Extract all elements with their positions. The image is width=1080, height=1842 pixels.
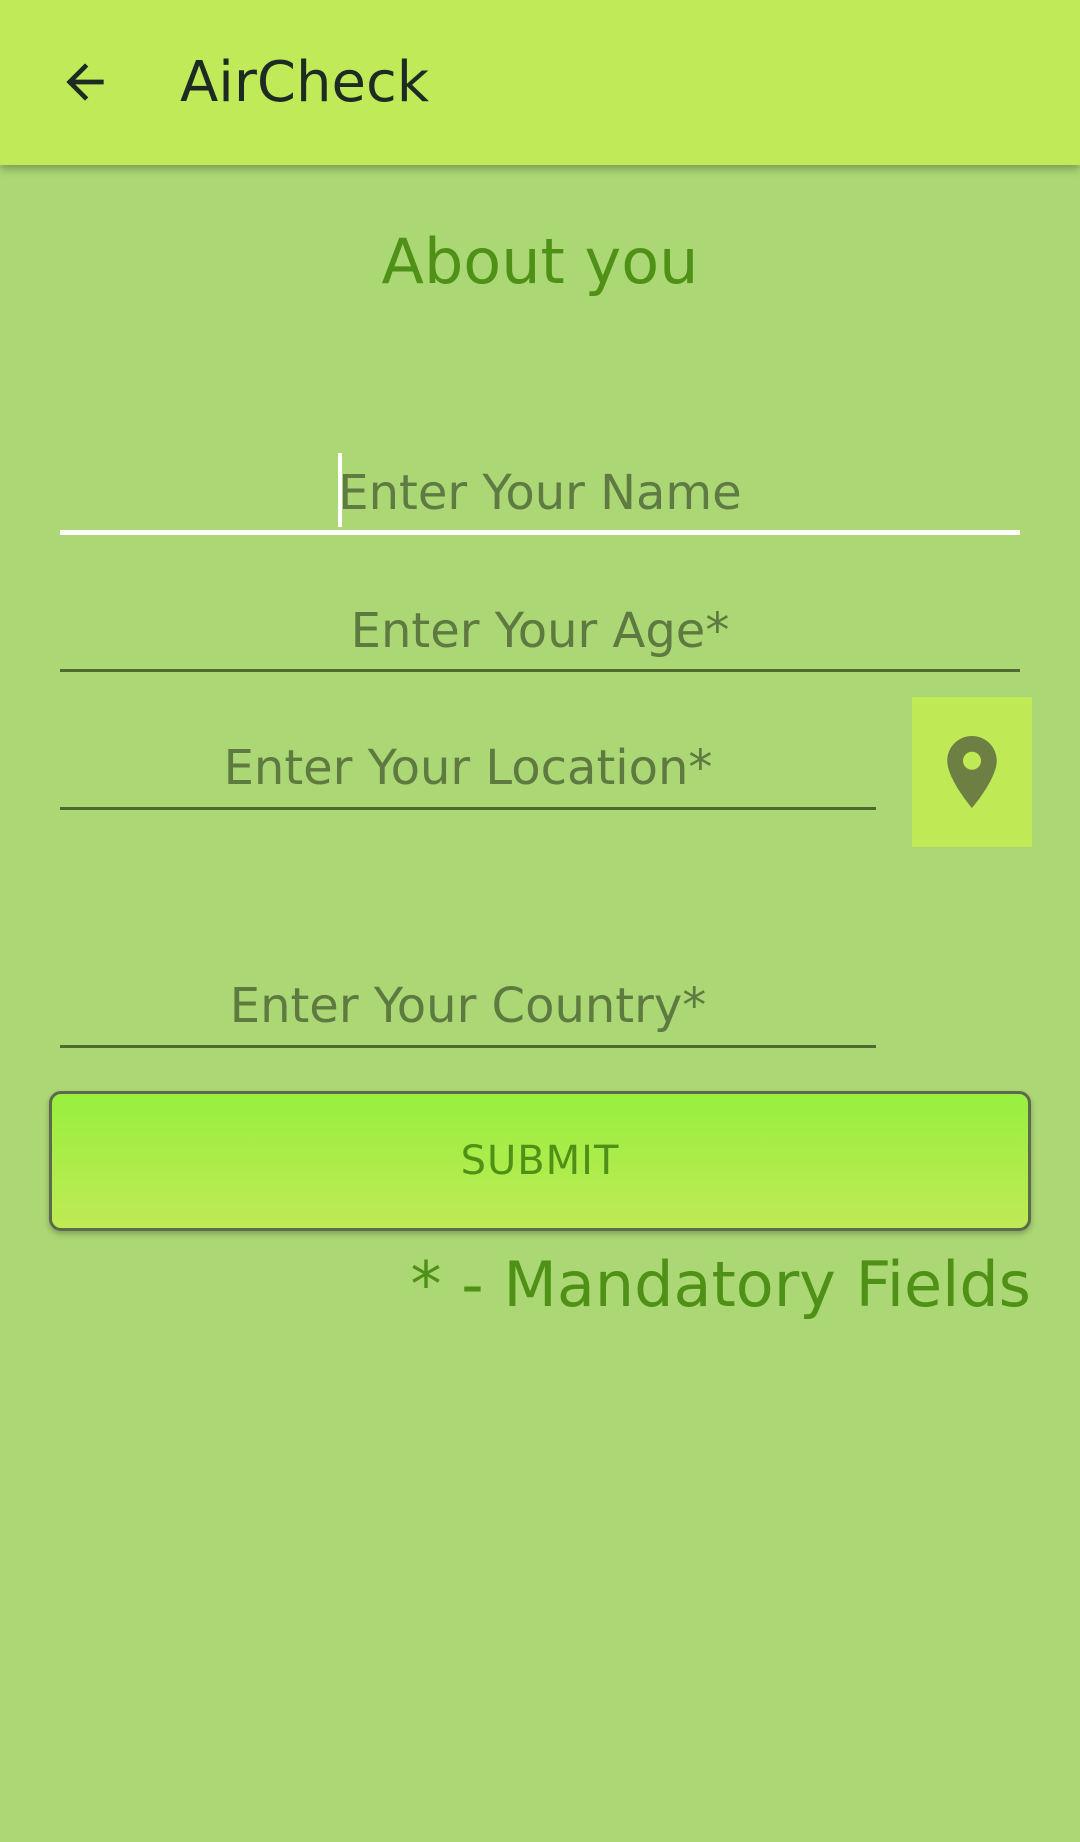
detect-location-button[interactable] xyxy=(912,697,1032,847)
location-input[interactable] xyxy=(60,728,876,810)
app-bar: AirCheck xyxy=(0,0,1080,165)
country-input[interactable] xyxy=(60,966,876,1048)
back-button[interactable] xyxy=(40,37,130,127)
arrow-left-icon xyxy=(66,63,104,101)
app-title: AirCheck xyxy=(180,50,430,115)
name-input[interactable] xyxy=(60,455,1020,535)
map-pin-icon xyxy=(947,736,997,808)
age-input[interactable] xyxy=(60,592,1020,672)
mandatory-fields-note: * - Mandatory Fields xyxy=(410,1248,1031,1321)
submit-button[interactable]: SUBMIT xyxy=(49,1091,1031,1231)
text-cursor xyxy=(338,453,342,527)
section-title: About you xyxy=(381,225,699,298)
